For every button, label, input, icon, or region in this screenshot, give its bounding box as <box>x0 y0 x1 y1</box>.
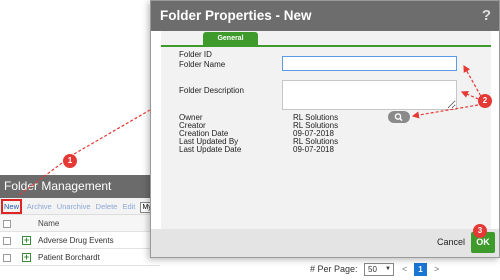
dialog-footer: Cancel OK <box>151 229 499 257</box>
folder-id-label: Folder ID <box>179 50 212 59</box>
folder-toolbar: New Archive Unarchive Delete Edit My <box>0 198 160 215</box>
per-page-select[interactable]: 50 ▼ <box>364 263 394 276</box>
tab-bar: General <box>161 31 491 47</box>
folder-management-title: Folder Management <box>4 179 112 193</box>
cancel-button[interactable]: Cancel <box>437 237 465 247</box>
unarchive-button[interactable]: Unarchive <box>57 202 91 211</box>
folder-properties-dialog: Folder Properties - New ? General Folder… <box>150 0 500 258</box>
tab-general[interactable]: General <box>203 32 258 46</box>
folder-management-header: Folder Management <box>0 175 160 198</box>
folder-table: Name + Adverse Drug Events + Patient Bor… <box>0 215 160 266</box>
archive-button[interactable]: Archive <box>27 202 52 211</box>
column-header-name[interactable]: Name <box>38 215 59 232</box>
folder-name-input[interactable] <box>282 56 457 71</box>
row-checkbox[interactable] <box>3 237 11 245</box>
dialog-title: Folder Properties - New <box>160 8 312 23</box>
edit-button[interactable]: Edit <box>122 202 135 211</box>
per-page-value: 50 <box>368 265 377 274</box>
help-icon[interactable]: ? <box>482 1 491 31</box>
pagination: # Per Page: 50 ▼ < 1 > <box>280 261 500 278</box>
row-checkbox[interactable] <box>3 254 11 262</box>
arrow-1-to-dialog <box>73 109 151 155</box>
page-1-button[interactable]: 1 <box>414 263 427 276</box>
select-all-checkbox[interactable] <box>3 220 11 228</box>
next-page-button[interactable]: > <box>434 261 439 278</box>
last-update-date-label: Last Update Date <box>179 145 242 154</box>
owner-search-button[interactable] <box>388 111 410 123</box>
callout-3: 3 <box>473 224 487 238</box>
row-name[interactable]: Patient Borchardt <box>38 249 100 266</box>
expand-plus-icon[interactable]: + <box>22 253 31 262</box>
table-row[interactable]: + Patient Borchardt <box>0 249 160 266</box>
row-name[interactable]: Adverse Drug Events <box>38 232 114 249</box>
folder-description-input[interactable] <box>282 80 457 110</box>
new-button[interactable]: New <box>1 199 23 214</box>
search-icon <box>394 113 403 122</box>
per-page-label: # Per Page: <box>310 264 358 274</box>
callout-2: 2 <box>478 94 492 108</box>
last-update-date-value: 09-07-2018 <box>293 145 334 154</box>
delete-button[interactable]: Delete <box>96 202 118 211</box>
folder-name-label: Folder Name <box>179 60 226 69</box>
dialog-title-bar: Folder Properties - New ? <box>151 1 499 31</box>
prev-page-button[interactable]: < <box>402 261 407 278</box>
folder-description-label: Folder Description <box>179 86 244 95</box>
caret-down-icon: ▼ <box>385 266 391 272</box>
table-row[interactable]: + Adverse Drug Events <box>0 232 160 249</box>
callout-1: 1 <box>63 154 77 168</box>
expand-plus-icon[interactable]: + <box>22 236 31 245</box>
table-header-row: Name <box>0 215 160 232</box>
